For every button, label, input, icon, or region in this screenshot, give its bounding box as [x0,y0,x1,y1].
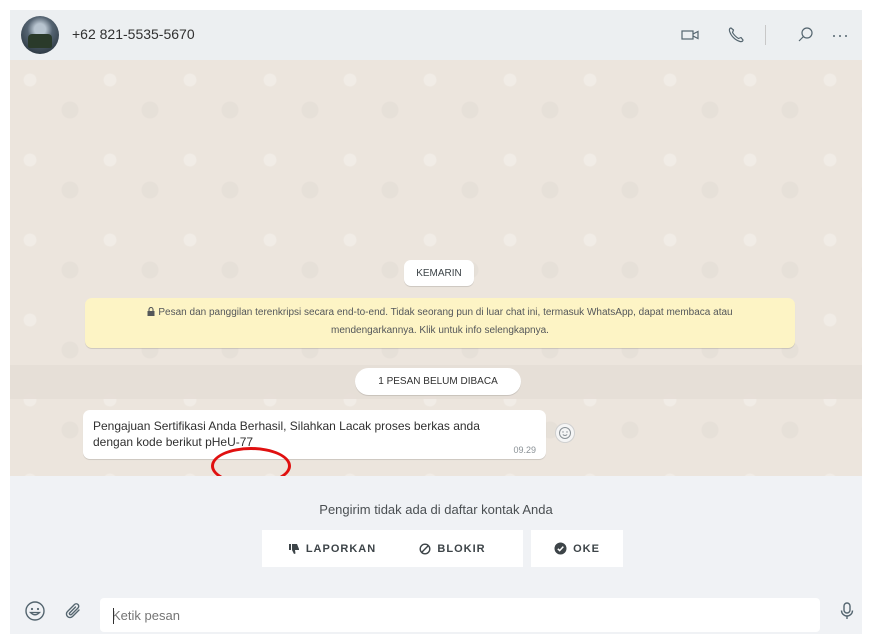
block-button[interactable]: BLOKIR [382,530,523,567]
reaction-emoji-icon[interactable] [556,424,574,442]
emoji-icon[interactable] [24,600,46,622]
attach-icon[interactable] [63,600,85,622]
report-label: LAPORKAN [305,542,377,555]
header-actions [662,10,862,60]
header-divider [765,25,766,45]
thumbs-down-icon [288,543,299,554]
message-input[interactable] [100,598,820,632]
lock-icon [147,305,155,322]
incoming-message[interactable]: Pengajuan Sertifikasi Anda Berhasil, Sil… [83,410,546,459]
menu-icon[interactable] [830,25,850,45]
chat-header: +62 821-5535-5670 [10,10,862,60]
unknown-sender-panel: Pengirim tidak ada di daftar kontak Anda… [10,476,862,586]
chat-messages-area[interactable]: KEMARIN Pesan dan panggilan terenkripsi … [10,60,862,476]
text-caret [113,608,114,624]
microphone-icon[interactable] [836,600,858,622]
ok-button[interactable]: OKE [531,530,623,567]
contact-name[interactable]: +62 821-5535-5670 [72,26,195,42]
encryption-notice-text: Pesan dan panggilan terenkripsi secara e… [158,307,733,336]
search-icon[interactable] [796,25,816,45]
ok-label: OKE [573,542,600,555]
encryption-notice[interactable]: Pesan dan panggilan terenkripsi secara e… [85,298,795,348]
unknown-sender-notice: Pengirim tidak ada di daftar kontak Anda [319,502,553,517]
voice-call-icon[interactable] [726,25,746,45]
block-label: BLOKIR [437,542,486,555]
date-divider: KEMARIN [404,260,474,286]
whatsapp-chat-window: +62 821-5535-5670 KEMARIN Pesan dan pang… [0,0,874,634]
avatar[interactable] [21,16,59,54]
message-time: 09.29 [513,445,536,455]
check-circle-icon [554,542,567,555]
block-icon [419,542,431,555]
message-text: Pengajuan Sertifikasi Anda Berhasil, Sil… [93,419,480,449]
report-button[interactable]: LAPORKAN [262,530,402,567]
unread-messages-chip: 1 PESAN BELUM DIBACA [355,368,521,395]
video-call-icon[interactable] [680,25,700,45]
compose-bar [10,586,862,634]
